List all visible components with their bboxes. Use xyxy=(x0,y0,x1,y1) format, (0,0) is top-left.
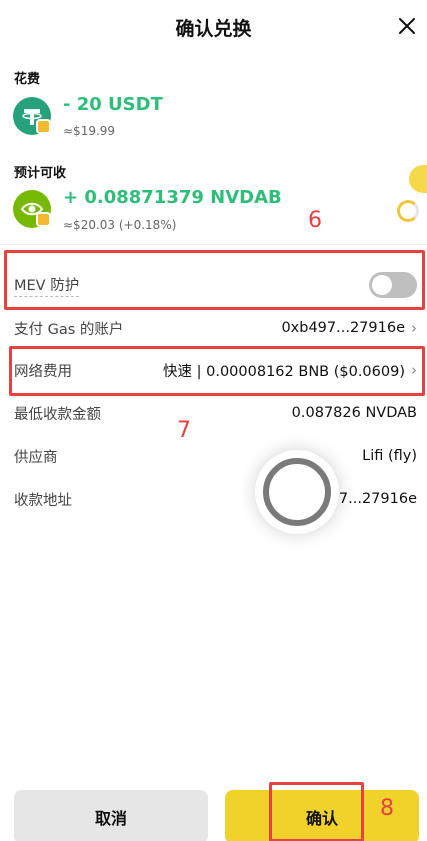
bnb-chain-badge-icon xyxy=(36,212,51,227)
mev-label: MEV 防护 xyxy=(14,274,80,297)
mev-toggle[interactable] xyxy=(369,272,417,298)
spend-fiat: ≈$19.99 xyxy=(63,124,116,138)
cancel-button[interactable]: 取消 xyxy=(14,790,208,841)
bnb-chain-badge-icon xyxy=(36,119,51,134)
close-icon[interactable] xyxy=(397,16,417,36)
floating-assistant-icon[interactable] xyxy=(409,165,427,193)
network-fee-label: 网络费用 xyxy=(14,363,72,380)
divider xyxy=(0,244,427,245)
toggle-knob xyxy=(372,275,392,295)
annotation-7: 7 xyxy=(177,418,191,443)
chevron-right-icon: › xyxy=(411,361,417,379)
gas-account-label: 支付 Gas 的账户 xyxy=(14,321,124,338)
spend-label: 花费 xyxy=(14,72,41,87)
min-receive-value: 0.087826 NVDAB xyxy=(291,405,417,421)
loading-ring-icon xyxy=(263,458,331,526)
receive-fiat: ≈$20.03 (+0.18%) xyxy=(63,218,177,232)
provider-row: 供应商 Lifi (fly) xyxy=(14,444,417,468)
gas-account-row[interactable]: 支付 Gas 的账户 0xb497...27916e › xyxy=(14,316,417,340)
chevron-right-icon: › xyxy=(411,319,417,337)
recipient-label: 收款地址 xyxy=(14,492,72,509)
provider-label: 供应商 xyxy=(14,449,58,466)
network-fee-row[interactable]: 网络费用 快速 | 0.00008162 BNB ($0.0609) › xyxy=(14,358,417,382)
receive-amount: + 0.08871379 NVDAB xyxy=(63,187,282,208)
network-fee-value: 快速 | 0.00008162 BNB ($0.0609) xyxy=(163,363,405,380)
page-title: 确认兑换 xyxy=(175,18,252,40)
annotation-8: 8 xyxy=(380,796,394,821)
loading-spinner-icon xyxy=(397,200,419,222)
annotation-6: 6 xyxy=(308,208,322,233)
recipient-value: 07...27916e xyxy=(329,491,417,507)
min-receive-label: 最低收款金额 xyxy=(14,406,101,423)
provider-value: Lifi (fly) xyxy=(362,448,417,464)
header: 确认兑换 xyxy=(0,0,427,54)
spend-amount: - 20 USDT xyxy=(63,94,163,115)
gas-account-value: 0xb497...27916e xyxy=(281,320,405,336)
mev-protection-row: MEV 防护 xyxy=(14,273,417,297)
recipient-row: 收款地址 07...27916e xyxy=(14,487,417,511)
receive-label: 预计可收 xyxy=(14,166,67,181)
highlight-box-confirm xyxy=(269,782,364,841)
loading-overlay xyxy=(255,450,339,534)
min-receive-row: 最低收款金额 0.087826 NVDAB xyxy=(14,401,417,425)
